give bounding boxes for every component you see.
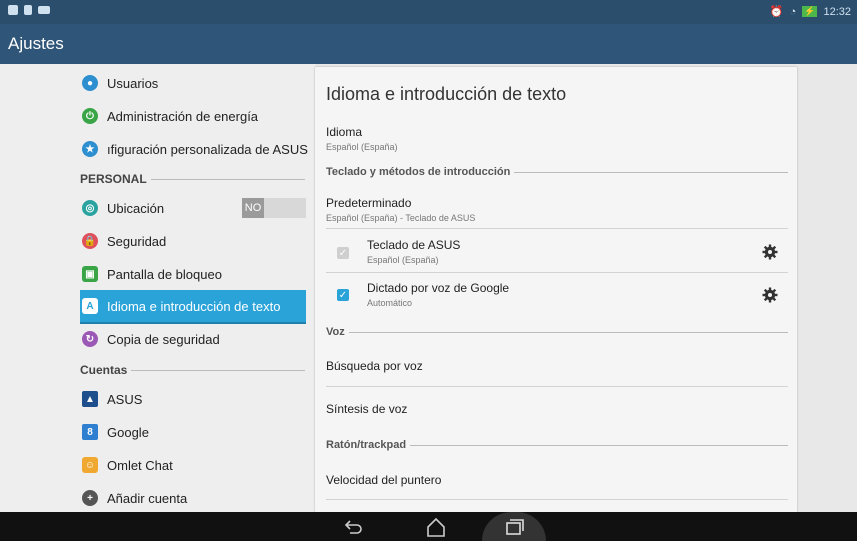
settings-item-label: Idioma e introducción de texto xyxy=(107,298,281,314)
app-title: Ajustes xyxy=(8,34,64,53)
recent-apps-icon[interactable] xyxy=(503,516,525,538)
settings-item-energia[interactable]: ⏻ Administración de energía xyxy=(80,101,308,131)
language-icon: A xyxy=(82,298,98,314)
account-item-google[interactable]: 8 Google xyxy=(80,417,308,447)
status-bar: ⏰ ◔ ⚡ 12:32 xyxy=(0,0,857,24)
settings-item-label: Usuarios xyxy=(107,75,159,91)
settings-item-idioma[interactable]: A Idioma e introducción de texto xyxy=(80,290,306,324)
voice-search-row[interactable]: Búsqueda por voz xyxy=(326,359,788,373)
navigation-bar xyxy=(0,512,857,541)
google-voice-checkbox[interactable]: ✓ xyxy=(337,289,349,301)
action-bar: Ajustes xyxy=(0,24,857,64)
settings-item-asus-custom[interactable]: ★ ıfiguración personalizada de ASUS xyxy=(80,134,308,164)
location-toggle[interactable]: NO xyxy=(242,198,306,218)
omlet-icon: ☺ xyxy=(82,457,98,473)
section-header-keyboard: Teclado y métodos de introducción xyxy=(326,166,788,178)
settings-list: ● Usuarios ⏻ Administración de energía ★… xyxy=(0,64,315,512)
settings-item-copia[interactable]: ↻ Copia de seguridad xyxy=(80,324,308,354)
tts-row[interactable]: Síntesis de voz xyxy=(326,402,788,416)
account-item-omlet[interactable]: ☺ Omlet Chat xyxy=(80,450,308,480)
account-item-asus[interactable]: ▲ ASUS xyxy=(80,384,308,414)
section-header-cuentas: Cuentas xyxy=(80,363,305,377)
asus-keyboard-row[interactable]: Teclado de ASUS Español (España) xyxy=(367,238,747,265)
power-icon: ⏻ xyxy=(82,108,98,124)
lock-icon: 🔒 xyxy=(82,233,98,249)
account-item-label: ASUS xyxy=(107,391,143,407)
settings-item-label: Copia de seguridad xyxy=(107,331,220,347)
location-icon: ◎ xyxy=(82,200,98,216)
settings-item-label: ıfiguración personalizada de ASUS xyxy=(107,141,308,157)
toggle-knob: NO xyxy=(242,198,264,218)
idioma-row[interactable]: Idioma Español (España) xyxy=(326,125,788,152)
document-icon xyxy=(24,5,32,15)
settings-item-seguridad[interactable]: 🔒 Seguridad xyxy=(80,226,308,256)
add-account-button[interactable]: + Añadir cuenta xyxy=(80,483,308,513)
settings-item-label: Pantalla de bloqueo xyxy=(107,266,222,282)
asus-account-icon: ▲ xyxy=(82,391,98,407)
system-icons: ⏰ ◔ ⚡ 12:32 xyxy=(769,5,851,19)
screen-icon xyxy=(38,6,50,14)
gear-icon[interactable] xyxy=(762,287,778,303)
settings-item-ubicacion[interactable]: ◎ Ubicación xyxy=(80,193,230,223)
default-keyboard-row[interactable]: Predeterminado Español (España) - Teclad… xyxy=(326,196,788,223)
account-item-label: Google xyxy=(107,424,149,440)
asus-custom-icon: ★ xyxy=(82,141,98,157)
backup-icon: ↻ xyxy=(82,331,98,347)
gear-icon[interactable] xyxy=(762,244,778,260)
add-account-icon: + xyxy=(82,490,98,506)
divider xyxy=(326,228,788,229)
notification-icons xyxy=(8,5,50,15)
google-icon: 8 xyxy=(82,424,98,440)
back-icon[interactable] xyxy=(342,516,364,538)
detail-panel: Idioma e introducción de texto Idioma Es… xyxy=(315,67,797,512)
pointer-speed-row[interactable]: Velocidad del puntero xyxy=(326,473,788,487)
settings-item-label: Administración de energía xyxy=(107,108,259,124)
settings-item-usuarios[interactable]: ● Usuarios xyxy=(80,68,308,98)
google-voice-row[interactable]: Dictado por voz de Google Automático xyxy=(367,281,747,308)
lockscreen-icon: ▣ xyxy=(82,266,98,282)
divider xyxy=(326,499,788,500)
user-icon: ● xyxy=(82,75,98,91)
account-item-label: Añadir cuenta xyxy=(107,490,188,506)
notification-icon xyxy=(8,5,18,15)
home-icon[interactable] xyxy=(425,516,447,538)
section-header-personal: PERSONAL xyxy=(80,172,305,186)
section-header-mouse: Ratón/trackpad xyxy=(326,439,788,451)
divider xyxy=(326,386,788,387)
battery-icon: ⚡ xyxy=(802,6,818,17)
page-title: Idioma e introducción de texto xyxy=(326,84,567,104)
settings-item-pantalla-bloqueo[interactable]: ▣ Pantalla de bloqueo xyxy=(80,259,308,289)
section-header-voz: Voz xyxy=(326,326,788,338)
asus-keyboard-checkbox: ✓ xyxy=(337,247,349,259)
wifi-icon: ◔ xyxy=(789,5,797,18)
divider xyxy=(326,272,788,273)
clock: 12:32 xyxy=(823,5,851,18)
alarm-icon: ⏰ xyxy=(769,6,784,18)
settings-item-label: Ubicación xyxy=(107,200,165,216)
account-item-label: Omlet Chat xyxy=(107,457,173,473)
settings-item-label: Seguridad xyxy=(107,233,167,249)
